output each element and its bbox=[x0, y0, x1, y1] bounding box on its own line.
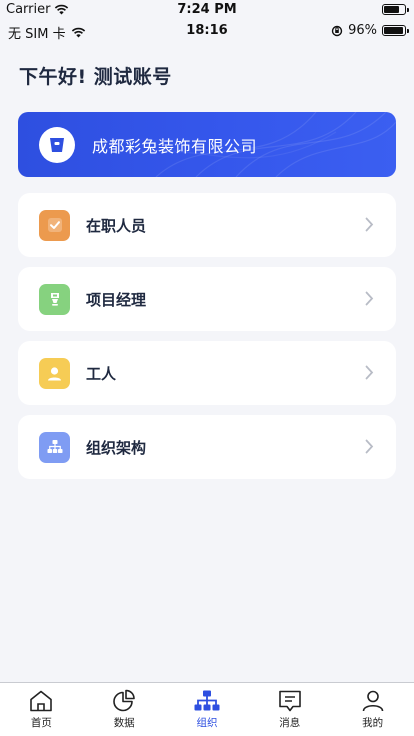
tab-messages[interactable]: 消息 bbox=[248, 683, 331, 736]
check-badge-icon bbox=[39, 209, 70, 241]
menu-item-org-structure[interactable]: 组织架构 bbox=[18, 415, 396, 479]
pie-chart-icon bbox=[113, 689, 135, 712]
manager-badge-icon bbox=[39, 283, 70, 315]
tab-profile[interactable]: 我的 bbox=[331, 683, 414, 736]
battery-percentage: 96% bbox=[348, 23, 377, 38]
chevron-right-icon bbox=[365, 365, 374, 380]
status-right: 96% bbox=[331, 23, 409, 38]
menu-item-label: 组织架构 bbox=[86, 438, 147, 457]
status-bar: 无 SIM 卡 18:16 96% bbox=[0, 20, 414, 42]
simulator-clock: 7:24 PM bbox=[177, 2, 237, 17]
rotation-lock-icon bbox=[331, 25, 343, 36]
simulator-battery-icon bbox=[382, 4, 409, 15]
company-card[interactable]: 成都彩兔装饰有限公司 bbox=[18, 112, 396, 177]
tab-label: 数据 bbox=[113, 717, 135, 729]
tab-data[interactable]: 数据 bbox=[83, 683, 166, 736]
menu-item-label: 工人 bbox=[86, 364, 117, 383]
company-name: 成都彩兔装饰有限公司 bbox=[92, 136, 258, 156]
org-chart-icon bbox=[39, 431, 70, 463]
menu-item-workers[interactable]: 工人 bbox=[18, 341, 396, 405]
chevron-right-icon bbox=[365, 439, 374, 454]
greeting-title: 下午好! 测试账号 bbox=[19, 66, 172, 88]
chevron-right-icon bbox=[365, 291, 374, 306]
tab-bar: 首页 数据 组织 消息 我的 bbox=[0, 682, 414, 736]
tab-label: 组织 bbox=[196, 717, 218, 729]
home-icon bbox=[30, 690, 53, 712]
org-chart-icon bbox=[194, 690, 220, 711]
menu-item-active-staff[interactable]: 在职人员 bbox=[18, 193, 396, 257]
tab-organization[interactable]: 组织 bbox=[166, 683, 249, 736]
menu-item-label: 在职人员 bbox=[86, 216, 147, 235]
company-logo bbox=[39, 126, 75, 163]
tab-label: 首页 bbox=[30, 717, 52, 729]
simulator-status-bar: Carrier 7:24 PM bbox=[0, 0, 414, 20]
worker-icon bbox=[39, 357, 70, 389]
battery-icon bbox=[382, 25, 409, 36]
chevron-right-icon bbox=[365, 217, 374, 232]
profile-icon bbox=[362, 690, 383, 712]
company-logo-icon bbox=[50, 137, 64, 152]
tab-label: 我的 bbox=[362, 717, 384, 729]
menu-item-project-manager[interactable]: 项目经理 bbox=[18, 267, 396, 331]
menu-item-label: 项目经理 bbox=[86, 290, 147, 309]
tab-home[interactable]: 首页 bbox=[0, 683, 83, 736]
message-icon bbox=[278, 690, 301, 712]
tab-label: 消息 bbox=[279, 717, 301, 729]
